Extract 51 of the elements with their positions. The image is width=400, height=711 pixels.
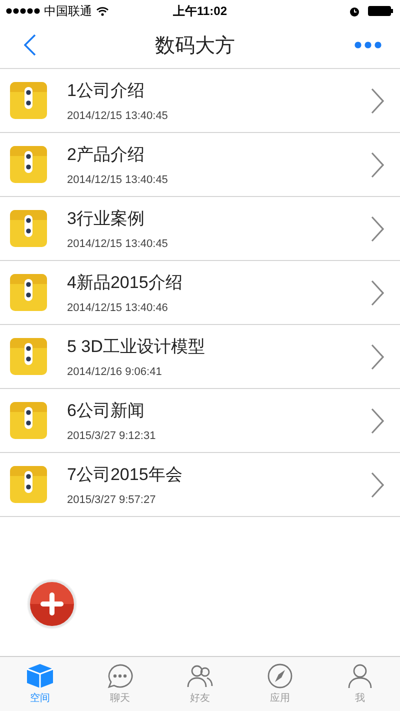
item-title: 3行业案例 [67, 208, 146, 230]
list-item[interactable]: 4新品2015介绍 2014/12/15 13:40:46 [0, 261, 400, 325]
chevron-right-icon [371, 88, 384, 114]
item-date: 2014/12/15 13:40:45 [67, 110, 169, 122]
page-title: 数码大方 [155, 34, 235, 58]
item-date: 2014/12/15 13:40:45 [67, 238, 169, 250]
carrier-name: 中国联通 [44, 2, 92, 20]
compass-icon [266, 663, 294, 689]
item-date: 2015/3/27 9:12:31 [67, 430, 157, 442]
item-title: 7公司2015年会 [67, 464, 184, 486]
chevron-right-icon [371, 152, 384, 178]
chevron-right-icon [371, 216, 384, 242]
folder-icon [10, 210, 47, 247]
folder-icon [10, 82, 47, 119]
chevron-right-icon [371, 344, 384, 370]
chevron-right-icon [371, 408, 384, 434]
list-item[interactable]: 5 3D工业设计模型 2014/12/16 9:06:41 [0, 325, 400, 389]
folder-icon [10, 338, 47, 375]
list-item[interactable]: 6公司新闻 2015/3/27 9:12:31 [0, 389, 400, 453]
item-date: 2014/12/15 13:40:46 [67, 302, 169, 314]
folder-icon [10, 402, 47, 439]
item-date: 2014/12/15 13:40:45 [67, 174, 169, 186]
wifi-icon [96, 6, 109, 16]
item-title: 1公司介绍 [67, 80, 146, 102]
person-icon [346, 663, 374, 689]
item-title: 5 3D工业设计模型 [67, 336, 206, 358]
people-icon [186, 663, 214, 689]
back-chevron-icon [24, 34, 36, 56]
chevron-right-icon [371, 472, 384, 498]
item-title: 4新品2015介绍 [67, 272, 184, 294]
list-item[interactable]: 7公司2015年会 2015/3/27 9:57:27 [0, 453, 400, 517]
item-title: 6公司新闻 [67, 400, 146, 422]
folder-icon [10, 466, 47, 503]
item-title: 2产品介绍 [67, 144, 146, 166]
list-item[interactable]: 3行业案例 2014/12/15 13:40:45 [0, 197, 400, 261]
plus-icon [40, 592, 64, 616]
alarm-clock-icon [349, 6, 360, 16]
chevron-right-icon [371, 280, 384, 306]
item-date: 2015/3/27 9:57:27 [67, 494, 157, 506]
more-dots-icon [354, 41, 382, 49]
list-item[interactable]: 2产品介绍 2014/12/15 13:40:45 [0, 133, 400, 197]
list-item[interactable]: 1公司介绍 2014/12/15 13:40:45 [0, 69, 400, 133]
chat-bubble-icon [106, 663, 134, 689]
cube-icon [26, 663, 54, 689]
add-button[interactable] [28, 580, 76, 628]
folder-icon [10, 274, 47, 311]
folder-icon [10, 146, 47, 183]
battery-icon [368, 6, 394, 16]
item-date: 2014/12/16 9:06:41 [67, 366, 163, 378]
signal-icon [6, 8, 40, 14]
status-time: 上午11:02 [172, 2, 228, 20]
